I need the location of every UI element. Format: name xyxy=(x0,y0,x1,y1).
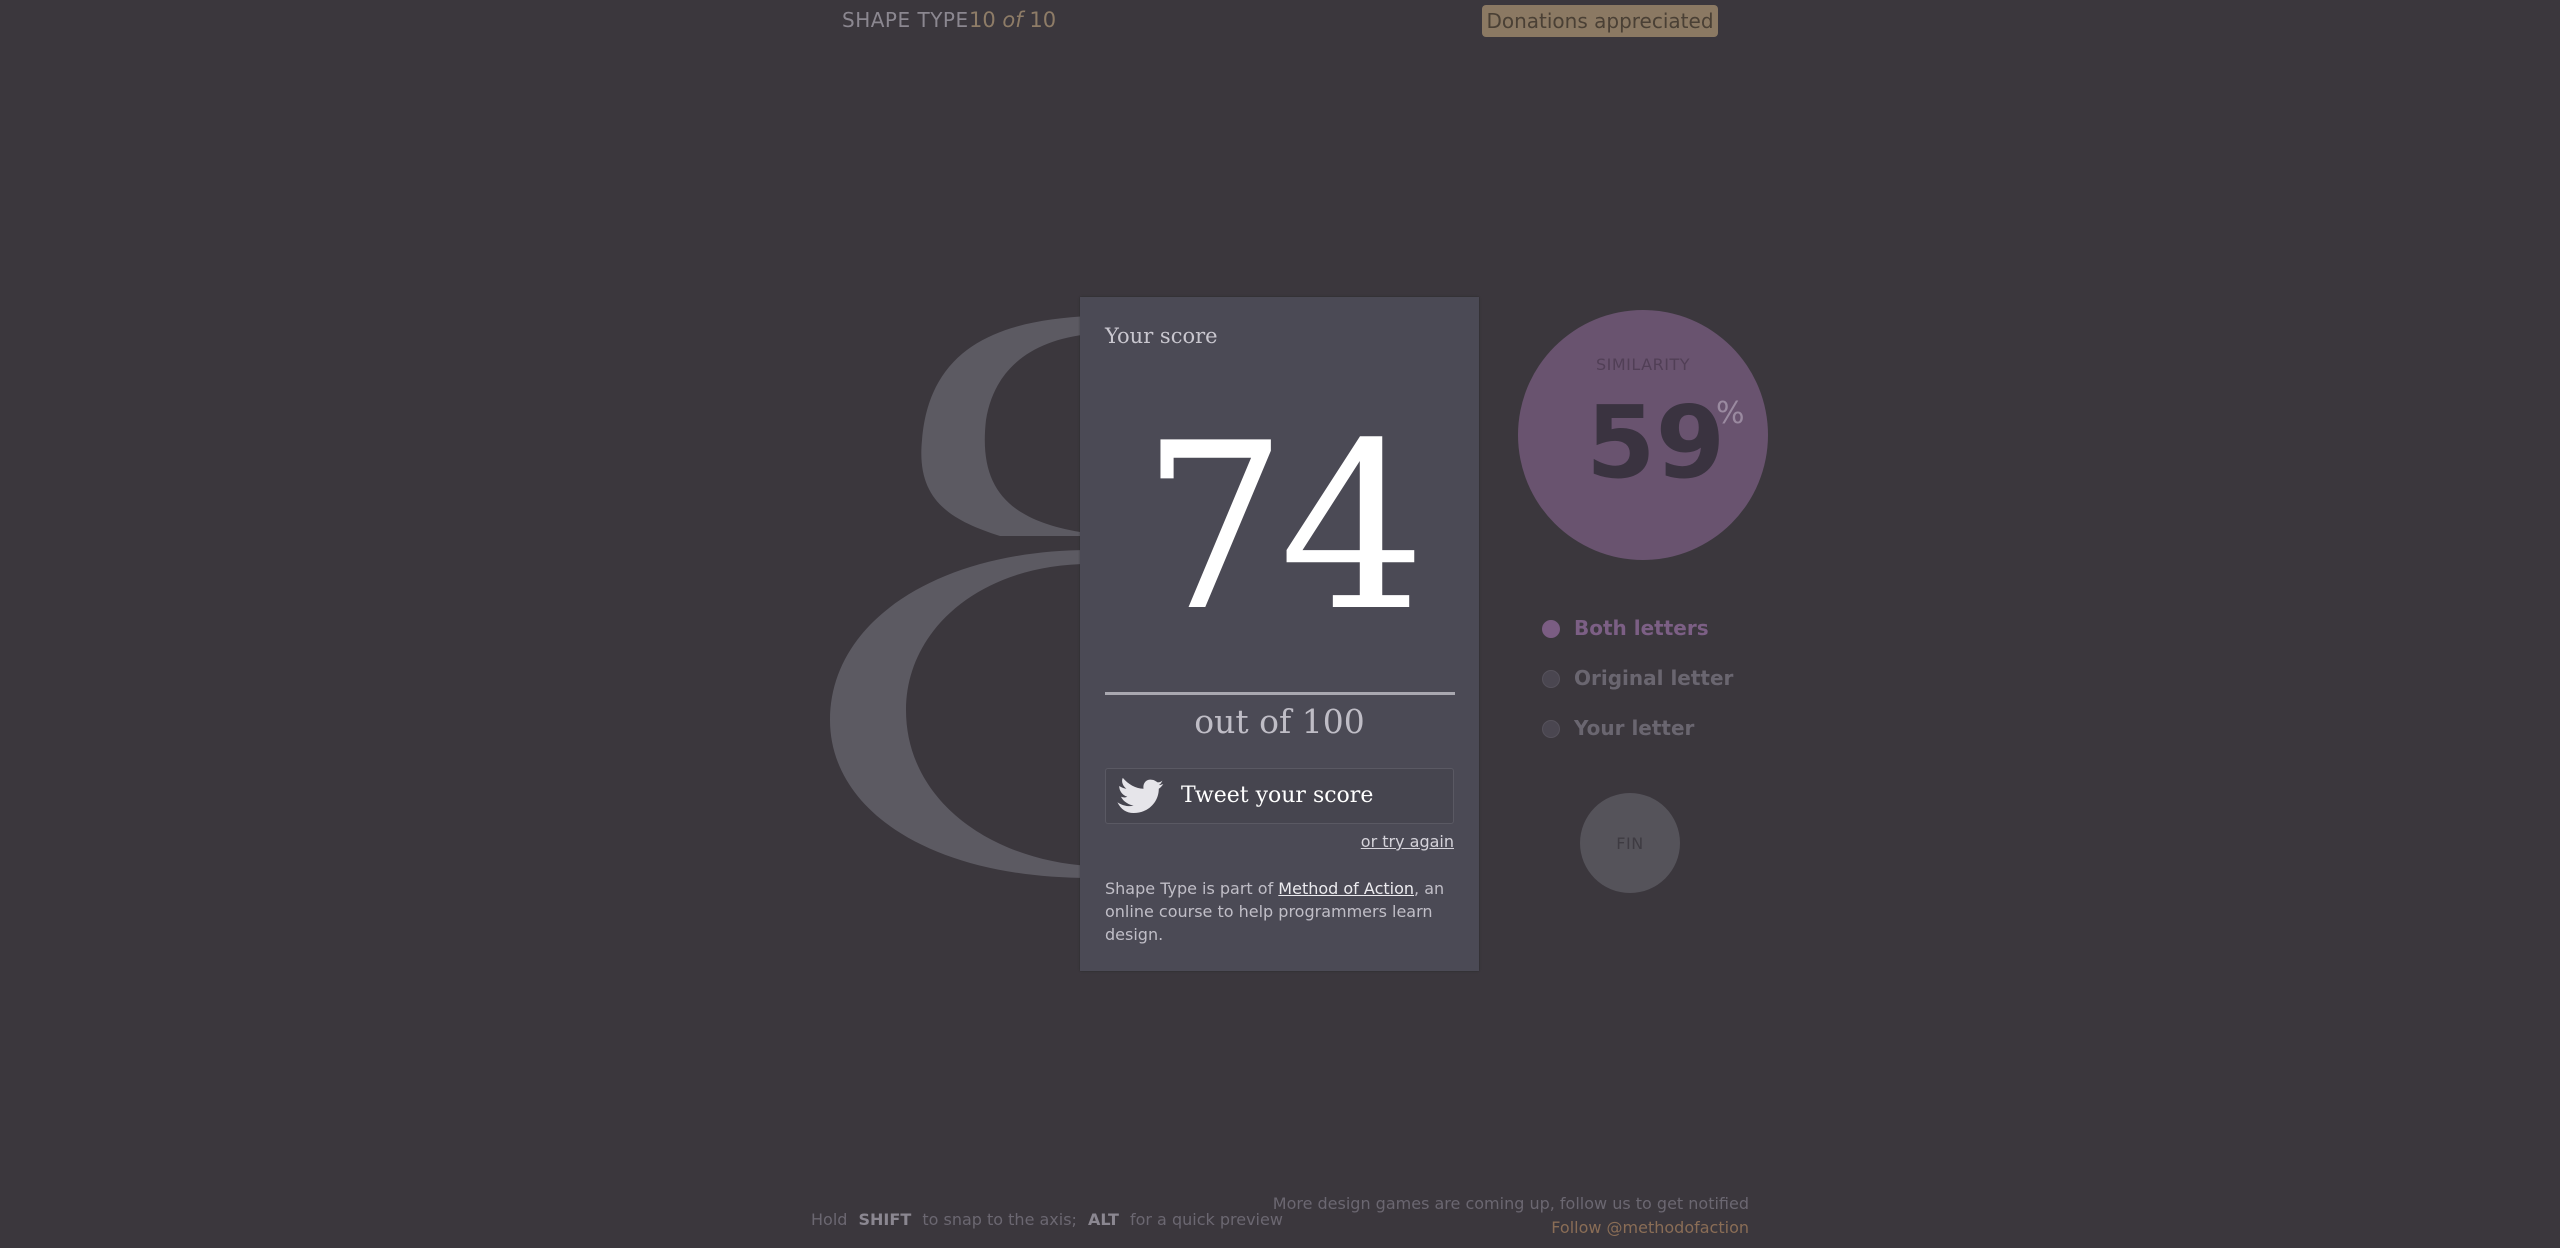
donate-button[interactable]: Donations appreciated xyxy=(1482,5,1718,37)
option-label: Your letter xyxy=(1574,716,1695,740)
course-note: Shape Type is part of Method of Action, … xyxy=(1105,877,1455,946)
shift-key: SHIFT xyxy=(858,1210,912,1229)
twitter-bird-icon xyxy=(1112,777,1164,821)
hint-hold: Hold xyxy=(811,1210,848,1229)
tweet-label: Tweet your score xyxy=(1181,783,1374,808)
progress-total: 10 xyxy=(1029,8,1057,32)
glyph-8 xyxy=(810,300,1110,900)
hint-alt-desc: for a quick preview xyxy=(1129,1210,1283,1229)
try-again-link[interactable]: or try again xyxy=(1361,832,1454,851)
similarity-value: 59 xyxy=(1586,384,1726,501)
similarity-unit: % xyxy=(1716,396,1745,431)
similarity-label: SIMILARITY xyxy=(1595,355,1690,374)
score-divider xyxy=(1105,692,1455,695)
option-label: Original letter xyxy=(1574,666,1734,690)
radio-icon xyxy=(1542,720,1560,738)
radio-selected-icon xyxy=(1542,620,1560,638)
progress-current: 10 xyxy=(969,8,996,32)
similarity-circle: SIMILARITY 59 % xyxy=(1518,310,1768,560)
game-stage: SHAPE TYPE 10 of 10 Donations appreciate… xyxy=(0,0,2560,1248)
progress-indicator: 10 of 10 xyxy=(969,8,1056,32)
method-of-action-link[interactable]: Method of Action xyxy=(1278,879,1414,898)
alt-key: ALT xyxy=(1088,1210,1119,1229)
score-card: Your score 74 out of 100 Tweet your scor… xyxy=(1080,297,1479,971)
tweet-score-button[interactable]: Tweet your score xyxy=(1105,768,1454,824)
glyph-8-shape xyxy=(830,316,1090,878)
hint-shift-desc: to snap to the axis; xyxy=(922,1210,1077,1229)
notify-text: More design games are coming up, follow … xyxy=(1272,1194,1749,1213)
notify-note: More design games are coming up, follow … xyxy=(1273,1192,1749,1240)
score-out-of: out of 100 xyxy=(1194,702,1365,741)
fin-button[interactable]: FIN xyxy=(1580,793,1680,893)
radio-icon xyxy=(1542,670,1560,688)
progress-of: of xyxy=(1002,8,1023,32)
score-value: 74 xyxy=(1141,395,1426,662)
score-heading: Your score xyxy=(1105,324,1218,348)
option-label: Both letters xyxy=(1574,616,1709,640)
course-note-prefix: Shape Type is part of xyxy=(1105,879,1279,898)
app-title: SHAPE TYPE xyxy=(842,8,969,32)
follow-link[interactable]: Follow @methodofaction xyxy=(1273,1216,1749,1240)
keyboard-hint: Hold SHIFT to snap to the axis; ALT for … xyxy=(811,1210,1283,1229)
